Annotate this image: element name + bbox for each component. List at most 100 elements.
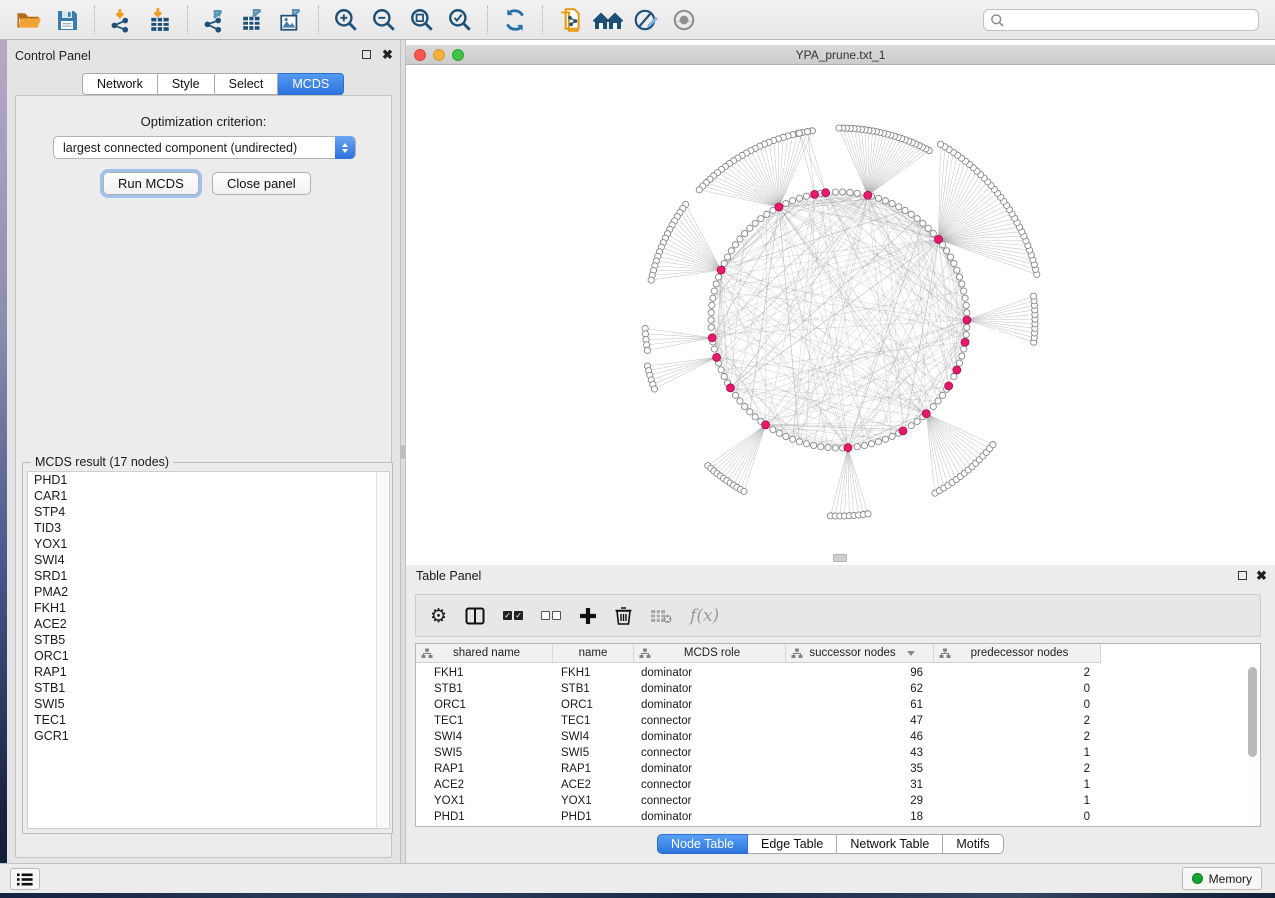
open-file-icon[interactable] — [14, 5, 44, 35]
zoom-in-icon[interactable] — [331, 5, 361, 35]
optimization-criterion-dropdown[interactable]: largest connected component (undirected) — [53, 136, 356, 159]
search-box[interactable] — [983, 9, 1259, 31]
column-header-predecessor-nodes[interactable]: predecessor nodes — [934, 644, 1101, 663]
mcds-result-item[interactable]: RAP1 — [28, 664, 389, 680]
table-row[interactable]: SWI4SWI4dominator462 — [416, 729, 1116, 745]
mcds-result-item[interactable]: ACE2 — [28, 616, 389, 632]
table-cell: dominator — [641, 697, 786, 713]
table-row[interactable]: ACE2ACE2connector311 — [416, 777, 1116, 793]
save-session-icon[interactable] — [52, 5, 82, 35]
select-all-icon[interactable]: ✓✓ — [503, 603, 523, 629]
column-header-label: successor nodes — [809, 647, 895, 659]
refresh-icon[interactable] — [500, 5, 530, 35]
mcds-result-item[interactable]: CAR1 — [28, 488, 389, 504]
close-table-panel-icon[interactable]: ✖ — [1256, 571, 1267, 580]
table-scrollbar-thumb[interactable] — [1248, 667, 1257, 757]
float-panel-icon[interactable] — [362, 50, 371, 59]
network-titlebar[interactable]: YPA_prune.txt_1 — [406, 45, 1275, 65]
tab-network-table[interactable]: Network Table — [837, 834, 943, 854]
network-graph[interactable] — [406, 65, 1275, 560]
export-image-icon[interactable] — [276, 5, 306, 35]
delete-table-icon — [650, 603, 672, 629]
control-panel-tabs: NetworkStyleSelectMCDS — [82, 73, 344, 95]
tab-mcds[interactable]: MCDS — [278, 73, 344, 95]
export-network-icon[interactable] — [200, 5, 230, 35]
control-panel-title: Control Panel — [15, 49, 91, 63]
mcds-result-item[interactable]: STB1 — [28, 680, 389, 696]
table-settings-icon[interactable]: ⚙ — [430, 603, 447, 629]
new-network-from-selection-icon[interactable] — [555, 5, 585, 35]
hide-selected-icon[interactable] — [631, 5, 661, 35]
search-icon — [990, 13, 1005, 28]
float-table-panel-icon[interactable] — [1238, 571, 1247, 580]
optimization-criterion-label: Optimization criterion: — [16, 114, 391, 129]
tab-node-table[interactable]: Node Table — [657, 834, 748, 854]
table-row[interactable]: ORC1ORC1dominator610 — [416, 697, 1116, 713]
zoom-fit-icon[interactable] — [407, 5, 437, 35]
mcds-result-item[interactable]: STP4 — [28, 504, 389, 520]
table-cell: 2 — [934, 713, 1090, 729]
column-icon[interactable] — [465, 603, 485, 629]
network-canvas[interactable] — [406, 65, 1275, 560]
deselect-all-icon[interactable] — [541, 603, 561, 629]
split-pane-grip[interactable] — [833, 554, 847, 562]
sort-chevron-icon[interactable] — [907, 651, 915, 656]
table-row[interactable]: FKH1FKH1dominator962 — [416, 665, 1116, 681]
close-panel-button[interactable]: Close panel — [212, 172, 311, 195]
list-icon — [17, 873, 33, 886]
table-row[interactable]: SWI5SWI5connector431 — [416, 745, 1116, 761]
memory-label: Memory — [1209, 872, 1252, 886]
table-cell: 46 — [786, 729, 923, 745]
table-row[interactable]: TEC1TEC1connector472 — [416, 713, 1116, 729]
zoom-selected-icon[interactable] — [445, 5, 475, 35]
table-row[interactable]: STB1STB1dominator620 — [416, 681, 1116, 697]
memory-button[interactable]: Memory — [1182, 867, 1262, 890]
mcds-result-item[interactable]: PMA2 — [28, 584, 389, 600]
tab-style[interactable]: Style — [158, 73, 215, 95]
mcds-result-item[interactable]: GCR1 — [28, 728, 389, 744]
table-row[interactable]: RAP1RAP1dominator352 — [416, 761, 1116, 777]
column-header-successor-nodes[interactable]: successor nodes — [786, 644, 934, 663]
table-cell: 18 — [786, 809, 923, 825]
show-hidden-icon[interactable] — [669, 5, 699, 35]
mcds-list-scrollbar[interactable] — [376, 472, 389, 828]
add-column-icon[interactable] — [579, 603, 597, 629]
show-all-icon[interactable] — [593, 5, 623, 35]
table-row[interactable]: PHD1PHD1dominator180 — [416, 809, 1116, 825]
mcds-result-item[interactable]: SRD1 — [28, 568, 389, 584]
mcds-result-item[interactable]: YOX1 — [28, 536, 389, 552]
mcds-result-list[interactable]: PHD1CAR1STP4TID3YOX1SWI4SRD1PMA2FKH1ACE2… — [27, 471, 390, 829]
table-row[interactable]: YOX1YOX1connector291 — [416, 793, 1116, 809]
search-input[interactable] — [1005, 13, 1258, 27]
tab-select[interactable]: Select — [215, 73, 279, 95]
mcds-result-item[interactable]: SWI5 — [28, 696, 389, 712]
mcds-result-item[interactable]: ORC1 — [28, 648, 389, 664]
run-mcds-button[interactable]: Run MCDS — [103, 172, 199, 195]
close-panel-icon[interactable]: ✖ — [382, 50, 393, 59]
mcds-result-item[interactable]: TEC1 — [28, 712, 389, 728]
mcds-result-item[interactable]: TID3 — [28, 520, 389, 536]
table-cell: 1 — [934, 793, 1090, 809]
delete-column-icon[interactable] — [615, 603, 632, 629]
tab-network[interactable]: Network — [82, 73, 158, 95]
tab-edge-table[interactable]: Edge Table — [748, 834, 837, 854]
column-header-MCDS-role[interactable]: MCDS role — [634, 644, 786, 663]
import-table-icon[interactable] — [145, 5, 175, 35]
column-header-name[interactable]: name — [553, 644, 634, 663]
show-panels-list-button[interactable] — [10, 868, 40, 890]
zoom-out-icon[interactable] — [369, 5, 399, 35]
table-cell: 96 — [786, 665, 923, 681]
mcds-result-item[interactable]: SWI4 — [28, 552, 389, 568]
mcds-result-item[interactable]: PHD1 — [28, 472, 389, 488]
table-scrollbar[interactable] — [1246, 664, 1259, 826]
tab-motifs[interactable]: Motifs — [943, 834, 1003, 854]
mcds-result-item[interactable]: STB5 — [28, 632, 389, 648]
export-table-icon[interactable] — [238, 5, 268, 35]
table-cell: ORC1 — [561, 697, 634, 713]
column-header-label: predecessor nodes — [971, 647, 1069, 659]
node-table[interactable]: shared namenameMCDS role successor nodes p… — [415, 643, 1261, 827]
import-network-icon[interactable] — [107, 5, 137, 35]
mcds-result-item[interactable]: FKH1 — [28, 600, 389, 616]
column-header-shared-name[interactable]: shared name — [416, 644, 553, 663]
splitter-handle[interactable] — [401, 445, 405, 459]
